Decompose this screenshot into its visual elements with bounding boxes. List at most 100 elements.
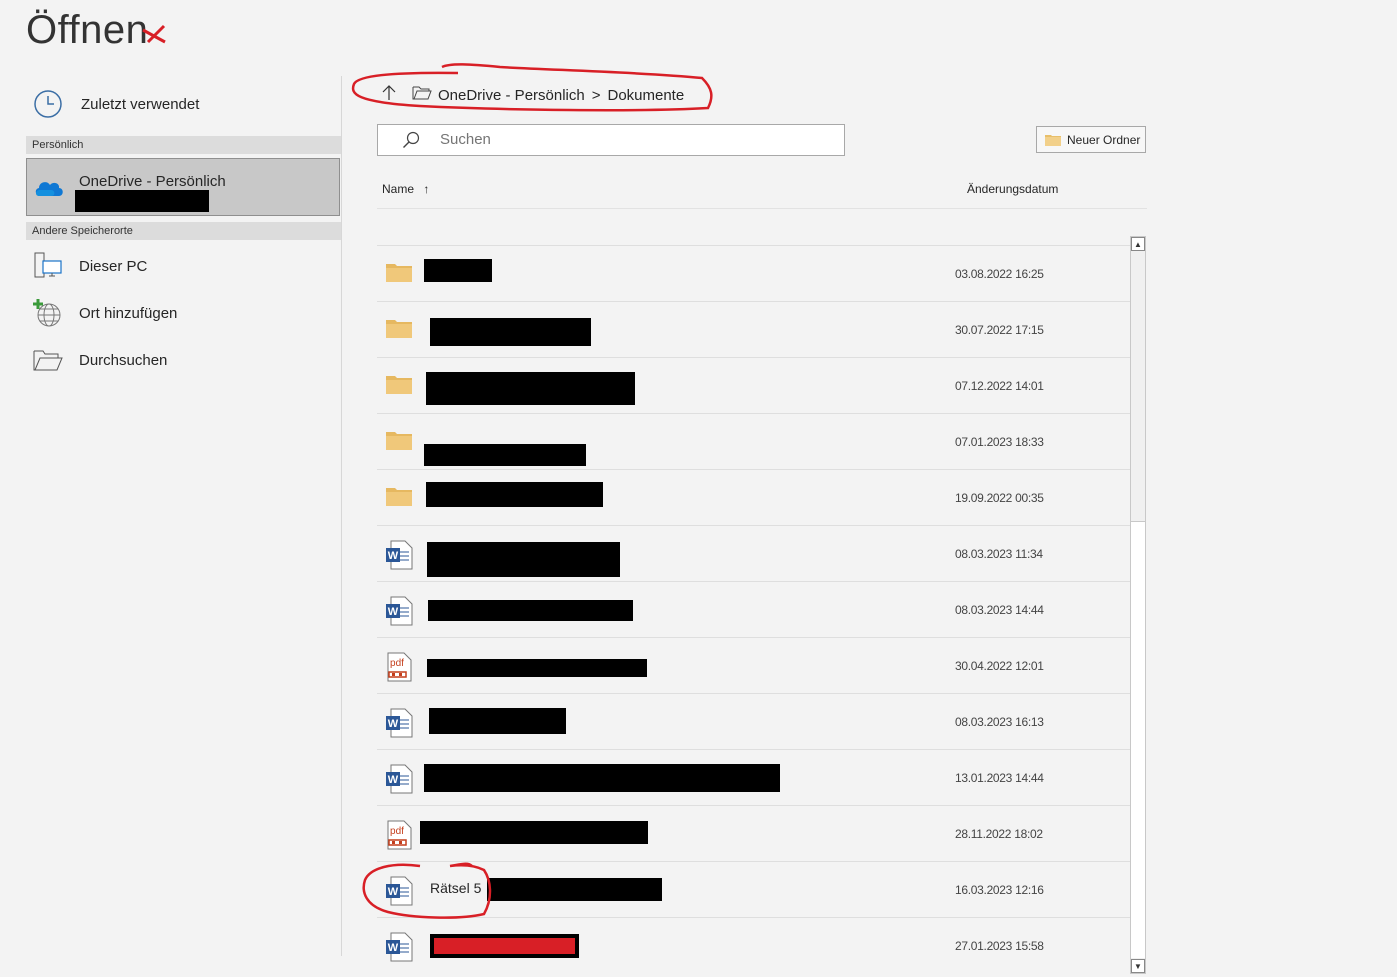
file-row[interactable]: 07.01.2023 18:33 [377, 413, 1131, 469]
svg-text:pdf: pdf [390, 658, 404, 669]
folder-icon [1045, 134, 1061, 146]
column-date-header[interactable]: Änderungsdatum [967, 182, 1058, 196]
redacted-filename [424, 259, 492, 282]
search-icon [402, 131, 420, 154]
redacted-filename [428, 600, 633, 621]
redacted-filename [487, 878, 662, 901]
file-date: 13.01.2023 14:44 [955, 771, 1044, 785]
file-row[interactable]: W 08.03.2023 16:13 [377, 693, 1131, 749]
word-doc-icon: W [385, 932, 413, 962]
scroll-down-arrow-icon[interactable]: ▼ [1131, 959, 1145, 973]
redacted-filename [430, 318, 591, 346]
word-doc-icon: W [385, 596, 413, 626]
file-date: 07.01.2023 18:33 [955, 435, 1044, 449]
file-date: 28.11.2022 18:02 [955, 827, 1043, 841]
file-date: 30.04.2022 12:01 [955, 659, 1044, 673]
file-row[interactable]: 30.07.2022 17:15 [377, 301, 1131, 357]
dialog-title: Öffnen [26, 8, 149, 52]
svg-text:W: W [388, 886, 399, 898]
redacted-filename [424, 764, 780, 792]
computer-icon [26, 248, 70, 284]
pdf-icon: pdf [385, 820, 413, 850]
scroll-up-arrow-icon[interactable]: ▲ [1131, 237, 1145, 251]
redacted-filename [420, 821, 648, 844]
search-box[interactable] [377, 124, 845, 156]
search-input[interactable] [438, 130, 822, 149]
pdf-icon: pdf [385, 652, 413, 682]
file-date: 08.03.2023 16:13 [955, 715, 1044, 729]
header-divider [377, 208, 1147, 209]
redacted-account [75, 190, 209, 212]
word-doc-icon: W [385, 764, 413, 794]
red-bar-mark [434, 938, 575, 954]
scroll-thumb[interactable] [1131, 521, 1145, 958]
folder-icon [385, 484, 413, 512]
nav-recent[interactable]: Zuletzt verwendet [26, 86, 341, 122]
folder-icon [385, 372, 413, 400]
sort-arrow-icon: ↑ [423, 182, 430, 196]
red-x-annotation [142, 24, 166, 44]
redacted-filename [427, 542, 620, 577]
file-row[interactable]: pdf 30.04.2022 12:01 [377, 637, 1131, 693]
column-name-header[interactable]: Name ↑ [382, 182, 429, 196]
file-row[interactable]: W 27.01.2023 15:58 [377, 917, 1131, 973]
nav-add-place-label: Ort hinzufügen [79, 304, 178, 322]
onedrive-cloud-icon [33, 176, 65, 203]
new-folder-button[interactable]: Neuer Ordner [1036, 126, 1146, 153]
redacted-filename [427, 659, 647, 677]
open-folder-icon [26, 342, 70, 378]
file-date: 19.09.2022 00:35 [955, 491, 1044, 505]
breadcrumb: OneDrive - Persönlich > Dokumente [380, 84, 684, 106]
nav-add-place[interactable]: Ort hinzufügen [26, 295, 341, 331]
word-doc-icon: W [385, 876, 413, 906]
file-row[interactable]: W Rätsel 5 16.03.2023 12:16 [377, 861, 1131, 917]
file-date: 27.01.2023 15:58 [955, 939, 1044, 953]
up-arrow-icon[interactable] [380, 84, 398, 106]
breadcrumb-current[interactable]: Dokumente [607, 87, 684, 104]
svg-text:W: W [388, 774, 399, 786]
breadcrumb-separator: > [591, 86, 601, 104]
redacted-filename [424, 444, 586, 466]
folder-icon [385, 428, 413, 456]
clock-icon [26, 86, 70, 122]
file-date: 16.03.2023 12:16 [955, 883, 1044, 897]
column-name-label: Name [382, 182, 415, 196]
nav-this-pc[interactable]: Dieser PC [26, 248, 341, 284]
vertical-scrollbar[interactable]: ▲ ▼ [1130, 236, 1146, 974]
sidebar-divider [341, 76, 342, 956]
redacted-filename [426, 482, 603, 507]
file-date: 08.03.2023 11:34 [955, 547, 1043, 561]
section-personal: Persönlich [26, 136, 341, 154]
file-row[interactable]: W 08.03.2023 11:34 [377, 525, 1131, 581]
folder-icon [385, 316, 413, 344]
nav-browse-label: Durchsuchen [79, 351, 168, 369]
word-doc-icon: W [385, 540, 413, 570]
file-name: Rätsel 5 [430, 880, 482, 896]
nav-onedrive-personal[interactable]: OneDrive - Persönlich [26, 158, 340, 216]
globe-plus-icon [26, 295, 70, 331]
file-row[interactable]: W 08.03.2023 14:44 [377, 581, 1131, 637]
word-doc-icon: W [385, 708, 413, 738]
file-row[interactable]: W 13.01.2023 14:44 [377, 749, 1131, 805]
new-folder-label: Neuer Ordner [1067, 132, 1141, 147]
file-row[interactable]: 19.09.2022 00:35 [377, 469, 1131, 525]
svg-text:W: W [388, 942, 399, 954]
nav-this-pc-label: Dieser PC [79, 257, 148, 275]
file-row[interactable]: pdf 28.11.2022 18:02 [377, 805, 1131, 861]
file-date: 30.07.2022 17:15 [955, 323, 1044, 337]
svg-text:W: W [388, 718, 399, 730]
file-row[interactable]: 03.08.2022 16:25 [377, 245, 1131, 301]
svg-text:W: W [388, 550, 399, 562]
file-row[interactable]: 07.12.2022 14:01 [377, 357, 1131, 413]
redacted-filename [430, 934, 579, 958]
breadcrumb-root[interactable]: OneDrive - Persönlich [438, 87, 585, 104]
redacted-filename [426, 372, 635, 405]
redacted-filename [429, 708, 566, 734]
nav-browse[interactable]: Durchsuchen [26, 342, 341, 378]
svg-text:W: W [388, 606, 399, 618]
file-date: 03.08.2022 16:25 [955, 267, 1044, 281]
folder-icon [385, 260, 413, 288]
folder-outline-icon [412, 85, 432, 105]
nav-onedrive-label: OneDrive - Persönlich [79, 173, 226, 190]
file-date: 08.03.2023 14:44 [955, 603, 1044, 617]
